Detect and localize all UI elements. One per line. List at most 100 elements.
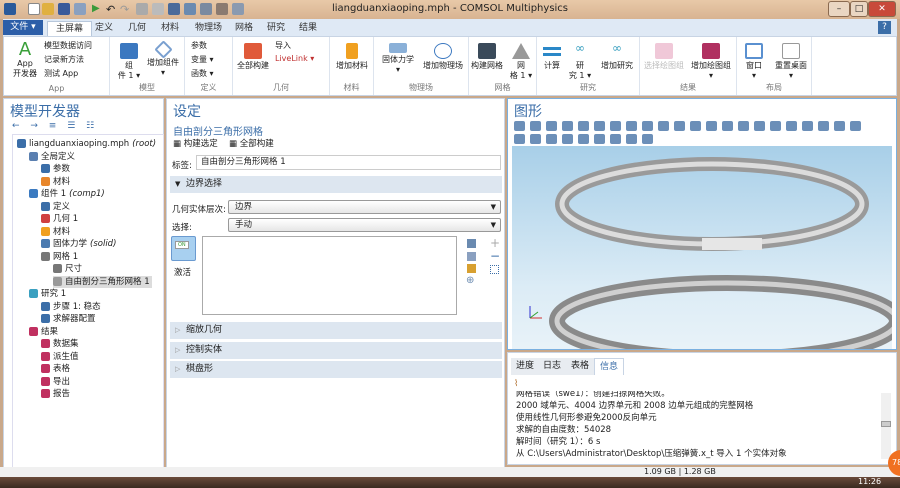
save-as-icon[interactable] (74, 3, 86, 15)
find-icon[interactable] (232, 3, 244, 15)
add-plot-group-button[interactable]: 增加绘图组 ▾ (688, 43, 734, 81)
graphics-tool-icon[interactable] (626, 121, 637, 131)
add-icon[interactable]: + (490, 236, 500, 250)
tab-study[interactable]: 研究 (259, 21, 293, 36)
mesh1-button[interactable]: 网 格 1 ▾ (507, 43, 535, 81)
run-icon[interactable]: ▶ (92, 3, 104, 15)
graphics-tool-icon[interactable] (610, 121, 621, 131)
build-all-settings-button[interactable]: ▦ 全部构建 (229, 137, 274, 149)
test-app-button[interactable]: 测试 App (44, 68, 78, 79)
graphics-tool-icon[interactable] (546, 134, 557, 144)
build-all-button[interactable]: 全部构建 (235, 43, 271, 71)
scrollbar-thumb[interactable] (881, 421, 891, 427)
selection-list[interactable] (202, 236, 457, 315)
zoom-selected-icon[interactable]: ⊕ (466, 275, 474, 286)
paste-icon[interactable] (152, 3, 164, 15)
graphics-tool-icon[interactable] (658, 121, 669, 131)
minimize-button[interactable]: – (828, 1, 850, 17)
tree-item[interactable]: 派生值 (41, 351, 79, 363)
graphics-tool-icon[interactable] (530, 134, 541, 144)
tab-materials[interactable]: 材料 (153, 21, 187, 36)
compute-button[interactable]: 计算 (539, 43, 565, 71)
redo-icon[interactable]: ↷ (120, 3, 132, 16)
tab-log[interactable]: 日志 (538, 358, 567, 375)
entity-level-select[interactable]: 边界 ▼ (228, 200, 501, 214)
screenshot-icon[interactable] (200, 3, 212, 15)
tree-item[interactable]: 自由剖分三角形网格 1 (53, 275, 152, 288)
graphics-tool-icon[interactable] (642, 134, 653, 144)
duplicate-icon[interactable] (168, 3, 180, 15)
tree-item[interactable]: 研究 1 (29, 288, 66, 300)
build-selected-button[interactable]: ▦ 构建选定 (173, 137, 218, 149)
tree-item[interactable]: 材料 (41, 176, 70, 188)
variables-button[interactable]: 变量 ▾ (191, 54, 214, 65)
tree-item[interactable]: 求解器配置 (41, 313, 96, 325)
record-method-button[interactable]: 记录新方法 (44, 54, 84, 65)
graphics-tool-icon[interactable] (642, 121, 653, 131)
model-builder-toolbar[interactable]: ← → ≡ ☰ ☷ (12, 121, 98, 131)
new-icon[interactable] (28, 3, 40, 15)
tab-progress[interactable]: 进度 (511, 358, 540, 375)
graphics-tool-icon[interactable] (514, 121, 525, 131)
maximize-button[interactable]: □ (850, 1, 868, 17)
solid-mechanics-button[interactable]: 固体力学 ▾ (378, 43, 418, 75)
tab-physics[interactable]: 物理场 (187, 21, 230, 36)
reset-desktop-button[interactable]: 重置桌面 ▾ (771, 43, 811, 81)
add-material-button[interactable]: 增加材料 (332, 43, 372, 71)
graphics-tool-icon[interactable] (802, 121, 813, 131)
graphics-tool-icon[interactable] (786, 121, 797, 131)
copy-selection-icon[interactable] (467, 252, 476, 261)
add-physics-button[interactable]: 增加物理场 (418, 43, 468, 71)
parameters-button[interactable]: 参数 (191, 40, 207, 51)
graphics-tool-icon[interactable] (578, 134, 589, 144)
tab-geometry[interactable]: 几何 (120, 21, 154, 36)
tree-item[interactable]: 导出 (41, 376, 70, 388)
graphics-tool-icon[interactable] (530, 121, 541, 131)
help-button[interactable]: ? (878, 21, 891, 34)
tree-item[interactable]: liangduanxiaoping.mph (root) (17, 138, 156, 150)
section-control-entities[interactable]: ▷ 控制实体 (170, 342, 502, 359)
study1-button[interactable]: ∞ 研 究 1 ▾ (567, 42, 593, 81)
tree-item[interactable]: 材料 (41, 226, 70, 238)
close-button[interactable]: ✕ (868, 1, 896, 17)
paste-selection-icon[interactable] (467, 239, 476, 248)
graphics-tool-icon[interactable] (706, 121, 717, 131)
disable-icon[interactable] (216, 3, 228, 15)
copy-icon[interactable] (136, 3, 148, 15)
tree-item[interactable]: 定义 (41, 201, 70, 213)
delete-icon[interactable] (184, 3, 196, 15)
tree-item[interactable]: 数据集 (41, 338, 79, 350)
livelink-button[interactable]: LiveLink ▾ (275, 54, 314, 63)
build-mesh-button[interactable]: 构建网格 (469, 43, 505, 71)
graphics-tool-icon[interactable] (546, 121, 557, 131)
file-menu-button[interactable]: 文件 ▾ (3, 20, 43, 35)
graphics-tool-icon[interactable] (850, 121, 861, 131)
graphics-tool-icon[interactable] (722, 121, 733, 131)
tab-results[interactable]: 结果 (291, 21, 325, 36)
windows-button[interactable]: 窗口 ▾ (739, 43, 769, 81)
graphics-tool-icon[interactable] (674, 121, 685, 131)
graphics-tool-icon[interactable] (594, 134, 605, 144)
graphics-tool-icon[interactable] (610, 134, 621, 144)
graphics-tool-icon[interactable] (562, 121, 573, 131)
tree-item[interactable]: 报告 (41, 388, 70, 400)
import-button[interactable]: 导入 (275, 40, 291, 51)
tab-home[interactable]: 主屏幕 (47, 21, 93, 36)
label-input[interactable]: 自由剖分三角形网格 1 (196, 155, 501, 170)
clear-selection-icon[interactable] (490, 265, 499, 274)
selection-select[interactable]: 手动 ▼ (228, 218, 501, 232)
tree-item[interactable]: 固体力学 (solid) (41, 238, 116, 250)
graphics-tool-icon[interactable] (562, 134, 573, 144)
graphics-tool-icon[interactable] (626, 134, 637, 144)
tab-messages[interactable]: 信息 (594, 358, 625, 375)
section-boundary-selection[interactable]: ▼ 边界选择 (170, 176, 502, 193)
activate-toggle[interactable]: ON (171, 236, 196, 261)
section-scale-geometry[interactable]: ▷ 缩放几何 (170, 322, 502, 339)
graphics-tool-icon[interactable] (690, 121, 701, 131)
section-tessellation[interactable]: ▷ 棋盘形 (170, 361, 502, 378)
tree-item[interactable]: 组件 1 (comp1) (29, 188, 105, 200)
tree-item[interactable]: 网格 1 (41, 251, 78, 263)
clear-broom-icon[interactable]: ⌇ (514, 379, 518, 389)
graphics-tool-icon[interactable] (818, 121, 829, 131)
graphics-canvas[interactable] (512, 146, 892, 349)
